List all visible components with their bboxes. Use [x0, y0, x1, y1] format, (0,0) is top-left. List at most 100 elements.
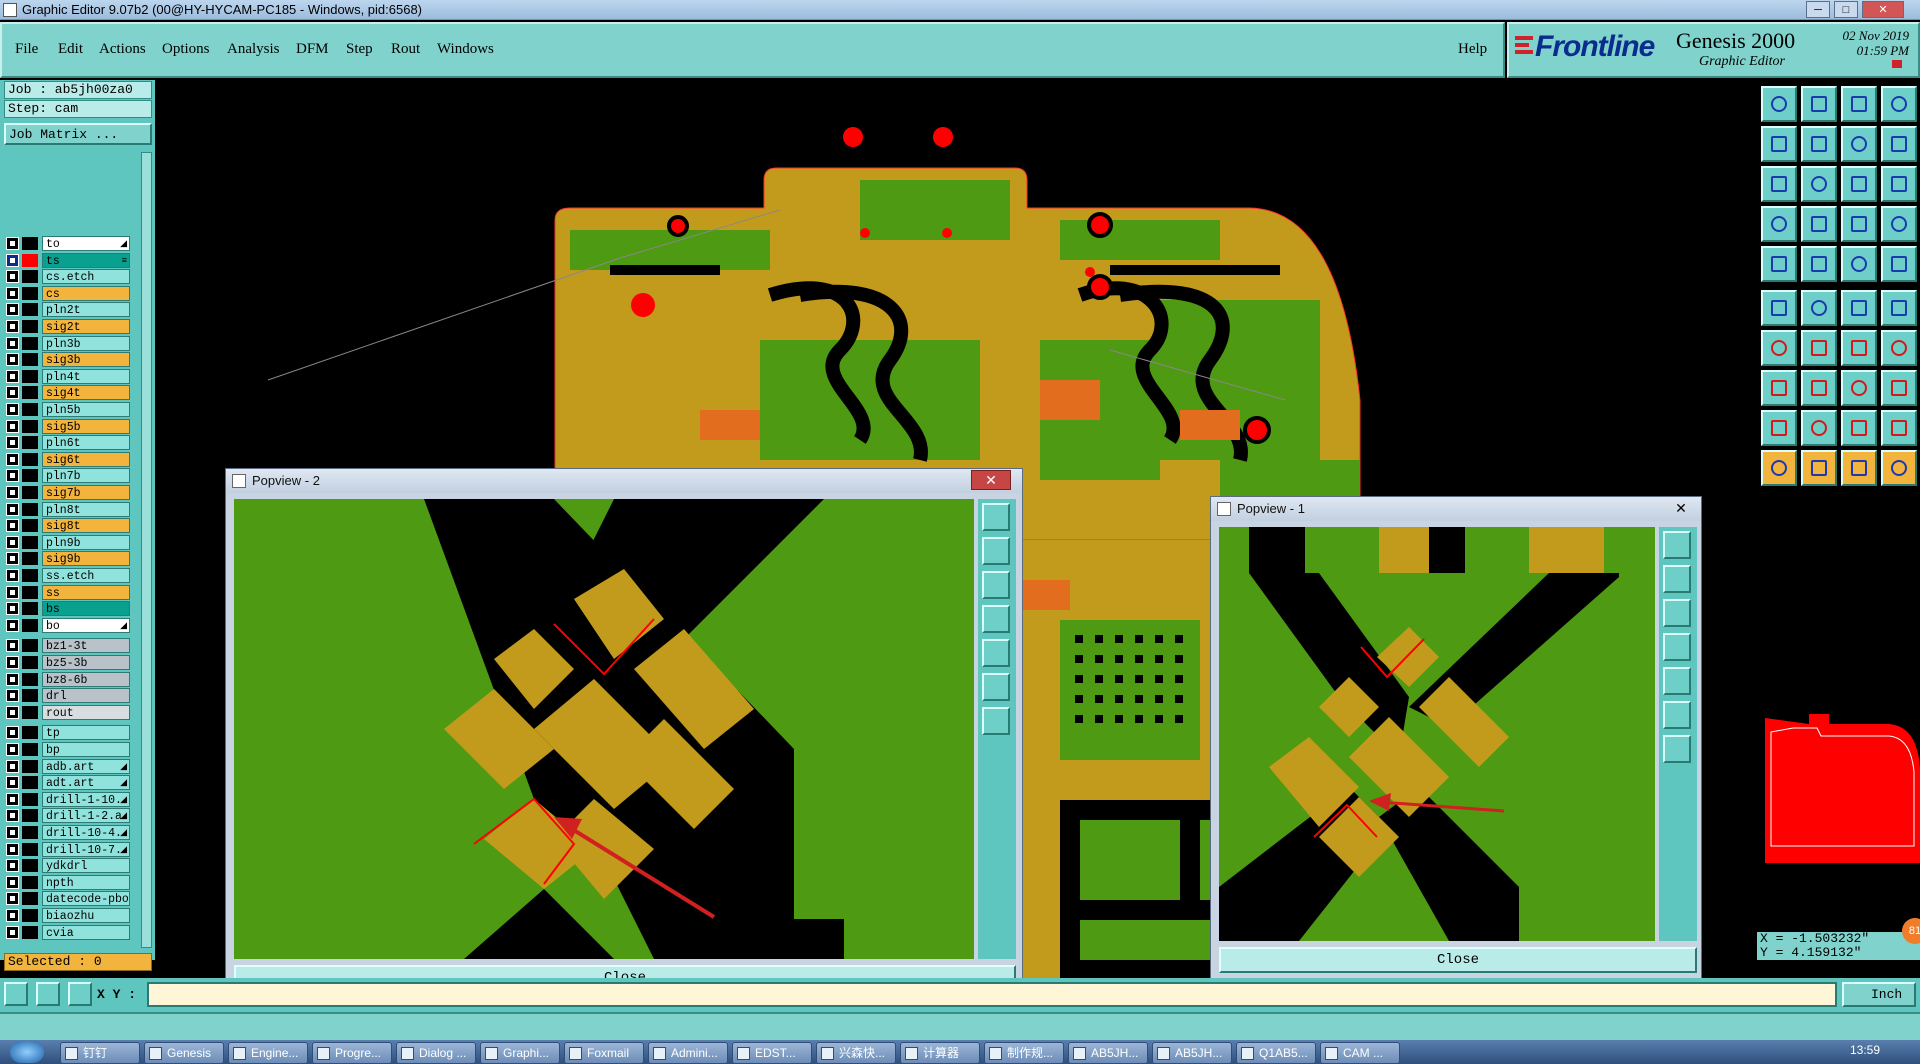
layer-color-swatch[interactable]: [22, 925, 38, 939]
popview-1-pan-up-button[interactable]: [1663, 565, 1691, 593]
layer-name[interactable]: pln8t: [42, 501, 130, 517]
arc-tool-button[interactable]: [1841, 330, 1877, 366]
layer-color-swatch[interactable]: [22, 656, 38, 669]
popview-1-pan-right-button[interactable]: [1663, 667, 1691, 695]
save-tool-button[interactable]: [1801, 86, 1837, 122]
layer-checkbox[interactable]: [6, 253, 19, 267]
layer-checkbox[interactable]: [6, 892, 19, 906]
layer-name[interactable]: adb.art ◢: [42, 758, 130, 774]
layer-color-swatch[interactable]: [22, 618, 38, 632]
layer-row[interactable]: pln7b: [6, 468, 130, 484]
layer-color-swatch[interactable]: [22, 502, 38, 516]
layer-checkbox[interactable]: [6, 689, 19, 703]
target-tool-button[interactable]: [1881, 246, 1917, 282]
layer-name[interactable]: pln9b: [42, 534, 130, 550]
layer-row[interactable]: pln4t: [6, 368, 130, 384]
layer-row[interactable]: sig6t: [6, 451, 130, 467]
layer-name[interactable]: drill-1-2.a ◢: [42, 808, 130, 824]
taskbar-item[interactable]: Q1AB5...: [1236, 1042, 1316, 1064]
layer-color-swatch[interactable]: [22, 842, 38, 856]
pointer-tool-button[interactable]: [1761, 450, 1797, 486]
layer-checkbox[interactable]: [6, 776, 19, 790]
layer-name[interactable]: ss: [42, 584, 130, 600]
layer-name[interactable]: ydkdrl: [42, 858, 130, 874]
layer-color-swatch[interactable]: [22, 270, 38, 284]
layer-row[interactable]: ss: [6, 584, 130, 600]
taskbar-item[interactable]: Progre...: [312, 1042, 392, 1064]
menu-options[interactable]: Options: [162, 41, 210, 58]
layer-name[interactable]: biaozhu: [42, 908, 130, 923]
layer-color-swatch[interactable]: [22, 403, 38, 416]
layer-color-swatch[interactable]: [22, 909, 38, 922]
layer-checkbox[interactable]: [6, 386, 19, 400]
layer-color-swatch[interactable]: [22, 743, 38, 756]
layer-row[interactable]: cvia: [6, 924, 130, 940]
camera-tool-button[interactable]: [1761, 246, 1797, 282]
layer-checkbox[interactable]: [6, 826, 19, 839]
layer-name[interactable]: bz5-3b: [42, 655, 130, 670]
popview-2-pan-left-button[interactable]: [982, 605, 1010, 633]
layer-color-swatch[interactable]: [22, 776, 38, 790]
layer-color-swatch[interactable]: [22, 469, 38, 483]
layer-row[interactable]: sig3b: [6, 352, 130, 368]
layer-checkbox[interactable]: [6, 875, 19, 889]
popview-1-close-button[interactable]: Close: [1219, 947, 1697, 973]
layer-name[interactable]: bz8-6b: [42, 671, 130, 687]
slash-tool-button[interactable]: [1801, 330, 1837, 366]
layer-color-swatch[interactable]: [22, 452, 38, 466]
layer-checkbox[interactable]: [6, 925, 19, 939]
font-tool-button[interactable]: [1881, 330, 1917, 366]
fit-tool-button[interactable]: [1761, 166, 1797, 202]
layer-checkbox[interactable]: [6, 585, 19, 599]
menu-analysis[interactable]: Analysis: [227, 41, 280, 58]
popview-2-zoom-in-button[interactable]: [982, 673, 1010, 701]
minimize-button[interactable]: ─: [1806, 1, 1830, 18]
layer-checkbox[interactable]: [6, 602, 19, 616]
layer-color-swatch[interactable]: [22, 585, 38, 599]
layer-color-swatch[interactable]: [22, 689, 38, 703]
overview-area[interactable]: [1759, 628, 1920, 928]
layer-name[interactable]: tp: [42, 725, 130, 741]
layer-name[interactable]: ts ≡: [42, 252, 130, 268]
layer-name[interactable]: drl: [42, 688, 130, 704]
layer-row[interactable]: ss.etch: [6, 568, 130, 583]
layer-row[interactable]: pln5b: [6, 402, 130, 417]
minus-tool-button[interactable]: [1801, 370, 1837, 406]
layer-name[interactable]: drill-1-10. ◢: [42, 791, 130, 807]
layer-name[interactable]: ss.etch: [42, 568, 130, 583]
pointer-select-tool-button[interactable]: [1801, 450, 1837, 486]
layer-row[interactable]: datecode-pbo: [6, 891, 130, 907]
grid-tool-button[interactable]: [1801, 206, 1837, 242]
start-button[interactable]: [10, 1041, 44, 1063]
taskbar-item[interactable]: 计算器: [900, 1042, 980, 1064]
layer-name[interactable]: cs.etch: [42, 269, 130, 285]
ruler-tool-button[interactable]: [1841, 246, 1877, 282]
layer-row[interactable]: adb.art ◢: [6, 758, 130, 774]
layer-checkbox[interactable]: [6, 656, 19, 669]
layer-row[interactable]: sig9b: [6, 551, 130, 567]
close-window-button[interactable]: ✕: [1862, 1, 1904, 18]
popview-1-canvas[interactable]: [1219, 527, 1655, 941]
layer-row[interactable]: bs: [6, 601, 130, 617]
help-tool-button[interactable]: [1881, 166, 1917, 202]
popview-2-close-x[interactable]: ✕: [971, 470, 1011, 490]
popview-2-window[interactable]: Popview - 2 ✕: [225, 468, 1023, 998]
export-tool-button[interactable]: [1801, 126, 1837, 162]
pad-tool-button[interactable]: [1761, 370, 1797, 406]
layer-row[interactable]: pln3b: [6, 335, 130, 351]
pointer-move-tool-button[interactable]: [1841, 450, 1877, 486]
layer-color-swatch[interactable]: [22, 486, 38, 499]
layer-row[interactable]: cs: [6, 285, 130, 301]
measure-button[interactable]: [36, 982, 60, 1006]
layer-color-swatch[interactable]: [22, 892, 38, 906]
layer-color-swatch[interactable]: [22, 303, 38, 317]
layer-checkbox[interactable]: [6, 336, 19, 350]
layer-name[interactable]: sig7b: [42, 485, 130, 500]
layer-color-swatch[interactable]: [22, 759, 38, 773]
layer-name[interactable]: pln6t: [42, 435, 130, 451]
layer-row[interactable]: sig2t: [6, 319, 130, 334]
layer-color-swatch[interactable]: [22, 672, 38, 686]
layer-color-swatch[interactable]: [22, 552, 38, 566]
triangle-a-tool-button[interactable]: [1801, 410, 1837, 446]
taskbar-item[interactable]: Genesis: [144, 1042, 224, 1064]
